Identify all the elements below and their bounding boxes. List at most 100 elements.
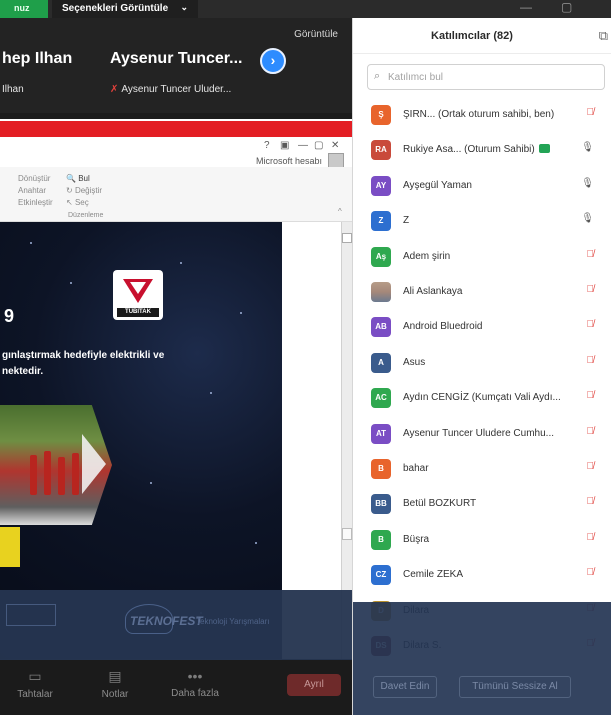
tile-name: hep Ilhan	[2, 50, 73, 67]
star-dot	[240, 312, 242, 314]
participant-name-wrap: Ayşegül Yaman	[403, 180, 472, 191]
top-bar: nuz Seçenekleri Görüntüle ⌄ — ▢	[0, 0, 611, 18]
mic-muted-icon: ✗	[110, 84, 119, 95]
mic-muted-icon[interactable]: 🎙̸	[587, 567, 595, 578]
star-dot	[255, 542, 257, 544]
participant-name-wrap: Asus	[403, 357, 425, 368]
notes-icon: ▤	[108, 668, 122, 684]
photo-figure	[44, 451, 51, 495]
status-chip[interactable]: nuz	[0, 0, 48, 18]
mic-muted-icon[interactable]: 🎙̸	[587, 390, 595, 401]
photo-figure	[58, 457, 65, 495]
avatar: B	[371, 459, 391, 479]
invite-button[interactable]: Davet Edin	[373, 676, 437, 698]
shared-screen: ? ▣ — ▢ ✕ Microsoft hesabı Dönüştür Anah…	[0, 119, 352, 659]
avatar: BB	[371, 494, 391, 515]
mic-icon[interactable]: 🎙	[581, 178, 594, 189]
restore-icon[interactable]: ▢	[314, 140, 323, 151]
collapse-ribbon-icon[interactable]: ^	[338, 207, 342, 216]
find-button[interactable]: 🔍 Bul	[66, 174, 90, 183]
next-page-button[interactable]: ›	[260, 48, 286, 74]
mic-muted-icon[interactable]: 🎙̸	[587, 355, 595, 366]
slide-text: gınlaştırmak hedefiyle elektrikli ve nek…	[2, 348, 164, 380]
window-titlebar: ? ▣ — ▢ ✕ Microsoft hesabı	[0, 137, 352, 169]
restore-icon[interactable]: ▢	[561, 0, 572, 14]
close-icon[interactable]: ✕	[331, 140, 339, 151]
participant-name: Aysenur Tuncer Uludere Cumhu...	[403, 427, 555, 439]
participant-name: Rukiye Asa... (Oturum Sahibi)	[403, 144, 535, 156]
chevron-right-icon: ›	[270, 52, 276, 68]
participant-row[interactable]: CZ Cemile ZEKA 🎙̸	[353, 558, 611, 593]
ribbon-text[interactable]: Etkinleştir	[18, 198, 53, 207]
participant-name-wrap: Cemile ZEKA	[403, 569, 463, 580]
participant-row[interactable]: BB Betül BOZKURT 🎙̸	[353, 487, 611, 522]
participant-row[interactable]: Ş ŞIRN... (Ortak oturum sahibi, ben) 🎙̸	[353, 98, 611, 133]
chevron-down-icon: ⌄	[180, 2, 188, 12]
video-gallery-strip: Görüntüle hep Ilhan Ilhan Aysenur Tuncer…	[0, 18, 352, 113]
video-tile[interactable]: Aysenur Tuncer... ✗ Aysenur Tuncer Uluder…	[110, 40, 255, 104]
whiteboards-button[interactable]: ▭ Tahtalar	[0, 668, 70, 700]
participant-row[interactable]: AB Android Bluedroid 🎙̸	[353, 310, 611, 345]
participant-name-wrap: ŞIRN... (Ortak oturum sahibi, ben)	[403, 109, 554, 120]
mic-muted-icon[interactable]: 🎙̸	[587, 426, 595, 437]
footer-box	[6, 604, 56, 626]
mic-icon[interactable]: 🎙	[581, 213, 594, 224]
select-button[interactable]: ↖ Seç	[66, 198, 89, 207]
logo-text: TÜBİTAK	[117, 308, 159, 317]
whiteboards-label: Tahtalar	[17, 689, 53, 700]
popout-icon[interactable]: ⧉	[599, 28, 608, 44]
avatar: AY	[371, 175, 391, 196]
participant-name-wrap: Aydın CENGİZ (Kumçatı Vali Aydı...	[403, 392, 561, 403]
avatar: A	[371, 352, 391, 373]
gallery-view-label[interactable]: Görüntüle	[294, 29, 338, 40]
ribbon-display-icon[interactable]: ▣	[280, 140, 289, 151]
minimize-icon[interactable]: —	[298, 140, 308, 151]
participant-row[interactable]: AC Aydın CENGİZ (Kumçatı Vali Aydı... 🎙̸	[353, 381, 611, 416]
participant-row[interactable]: B Büşra 🎙̸	[353, 523, 611, 558]
video-tile[interactable]: hep Ilhan Ilhan	[0, 40, 100, 104]
more-button[interactable]: ••• Daha fazla	[160, 668, 230, 699]
minimize-icon[interactable]: —	[520, 0, 532, 14]
participant-name-wrap: Büşra	[403, 534, 429, 545]
avatar: AB	[371, 317, 391, 338]
participant-search-input[interactable]: ⌕ Katılımcı bul	[367, 64, 605, 90]
avatar: Aş	[371, 246, 391, 267]
participant-row[interactable]: A Asus 🎙̸	[353, 346, 611, 381]
mic-muted-icon[interactable]: 🎙̸	[587, 249, 595, 260]
help-icon[interactable]: ?	[264, 140, 270, 151]
view-options-button[interactable]: Seçenekleri Görüntüle ⌄	[52, 0, 198, 18]
mic-muted-icon[interactable]: 🎙̸	[587, 319, 595, 330]
mic-muted-icon[interactable]: 🎙̸	[587, 496, 595, 507]
mic-muted-icon[interactable]: 🎙̸	[587, 532, 595, 543]
participant-row[interactable]: AY Ayşegül Yaman 🎙	[353, 169, 611, 204]
participant-row[interactable]: Bbahar 🎙̸	[353, 452, 611, 487]
slide-number: 9	[4, 306, 15, 326]
notes-button[interactable]: ▤ Notlar	[80, 668, 150, 700]
participant-row[interactable]: Z Z 🎙	[353, 204, 611, 239]
leave-button[interactable]: Ayrıl	[287, 674, 341, 696]
participant-row[interactable]: AT Aysenur Tuncer Uludere Cumhu... 🎙̸	[353, 417, 611, 452]
ribbon-text[interactable]: Anahtar	[18, 186, 46, 195]
replace-button[interactable]: ↻ Değiştir	[66, 186, 102, 195]
participant-row[interactable]: RA Rukiye Asa... (Oturum Sahibi) 🎙	[353, 133, 611, 168]
ribbon-group-label: Düzenleme	[68, 212, 104, 219]
scroll-thumb[interactable]	[342, 528, 352, 540]
app-red-bar	[0, 121, 352, 137]
participant-row[interactable]: Ali Aslankaya 🎙̸	[353, 275, 611, 310]
mic-muted-icon[interactable]: 🎙̸	[587, 461, 595, 472]
participants-panel: Katılımcılar (82) ⧉ ⌕ Katılımcı bul Ş ŞIR…	[352, 18, 611, 715]
mute-all-button[interactable]: Tümünü Sessize Al	[459, 676, 571, 698]
ribbon-text[interactable]: Dönüştür	[18, 174, 50, 183]
participant-name: Z	[403, 215, 410, 227]
mic-muted-icon[interactable]: 🎙̸	[587, 107, 595, 118]
participant-row[interactable]: Aş Adem şirin 🎙̸	[353, 240, 611, 275]
avatar	[371, 282, 391, 302]
mic-muted-icon[interactable]: 🎙̸	[587, 284, 595, 295]
scroll-up-button[interactable]	[342, 233, 352, 243]
meeting-area: Görüntüle hep Ilhan Ilhan Aysenur Tuncer…	[0, 18, 352, 715]
avatar: Ş	[371, 105, 391, 125]
mic-icon[interactable]: 🎙	[581, 142, 594, 153]
participant-name: Büşra	[403, 533, 430, 545]
participant-name: Betül BOZKURT	[403, 498, 477, 510]
meeting-controls: ▭ Tahtalar ▤ Notlar ••• Daha fazla Ayrıl	[0, 660, 352, 715]
